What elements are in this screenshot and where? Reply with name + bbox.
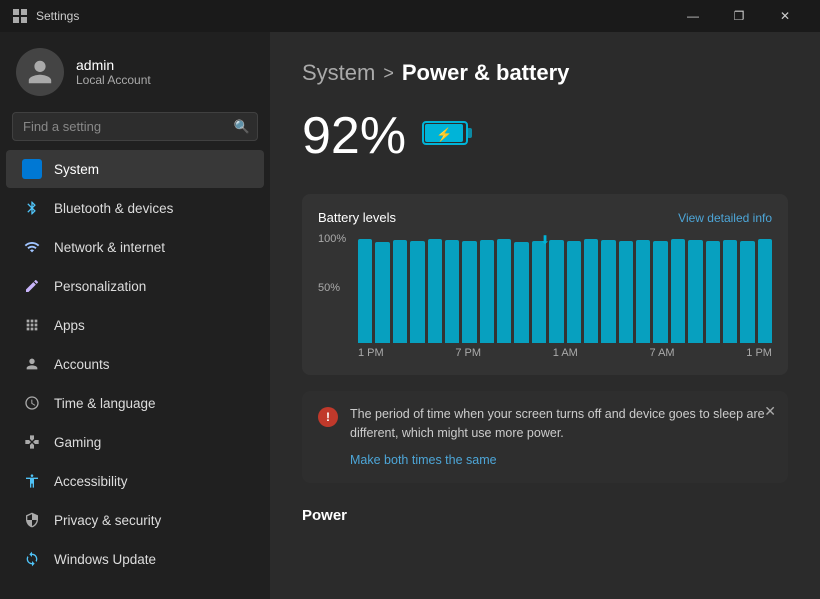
plug-indicator: ⬇ — [540, 233, 550, 247]
chart-title: Battery levels — [318, 210, 396, 225]
bar — [462, 241, 476, 343]
bar — [671, 239, 685, 344]
user-type: Local Account — [76, 73, 151, 87]
sidebar: admin Local Account 🔍 System Bluetooth &… — [0, 32, 270, 599]
accessibility-icon — [22, 471, 42, 491]
bar-chart — [358, 233, 772, 343]
chart-area: ⬇ 100% 50% 0% 1 PM 7 PM 1 AM 7 AM 1 PM — [318, 233, 772, 359]
alert-action-link[interactable]: Make both times the same — [350, 453, 497, 467]
titlebar-title: Settings — [36, 9, 670, 23]
sidebar-item-gaming[interactable]: Gaming — [6, 423, 264, 461]
bar — [375, 242, 389, 343]
bar — [410, 241, 424, 343]
sidebar-item-apps[interactable]: Apps — [6, 306, 264, 344]
titlebar: Settings — ❐ ✕ — [0, 0, 820, 32]
breadcrumb: System > Power & battery — [302, 60, 788, 86]
svg-text:⚡: ⚡ — [436, 127, 452, 143]
x-axis-labels: 1 PM 7 PM 1 AM 7 AM 1 PM — [358, 347, 772, 359]
bar — [584, 239, 598, 344]
sidebar-item-update[interactable]: Windows Update — [6, 540, 264, 578]
battery-percentage: 92% — [302, 106, 406, 166]
sidebar-item-time[interactable]: Time & language — [6, 384, 264, 422]
bar — [393, 240, 407, 343]
bar — [358, 239, 372, 344]
sidebar-item-personalization[interactable]: Personalization — [6, 267, 264, 305]
search-input[interactable] — [12, 112, 258, 141]
bar — [549, 240, 563, 343]
bar — [532, 241, 546, 343]
chart-header: Battery levels View detailed info — [318, 210, 772, 225]
breadcrumb-current: Power & battery — [402, 60, 570, 86]
bar — [619, 241, 633, 343]
avatar — [16, 48, 64, 96]
bar — [445, 240, 459, 343]
minimize-button[interactable]: — — [670, 0, 716, 32]
breadcrumb-parent: System — [302, 60, 375, 86]
alert-text: The period of time when your screen turn… — [350, 405, 772, 443]
update-icon — [22, 549, 42, 569]
privacy-icon — [22, 510, 42, 530]
personalization-icon — [22, 276, 42, 296]
maximize-button[interactable]: ❐ — [716, 0, 762, 32]
content-area: System > Power & battery 92% ⚡ Battery l… — [270, 32, 820, 599]
sidebar-item-network[interactable]: Network & internet — [6, 228, 264, 266]
sidebar-nav: System Bluetooth & devices Network & int… — [0, 149, 270, 579]
bar — [653, 241, 667, 343]
sidebar-item-system[interactable]: System — [6, 150, 264, 188]
chart-detail-link[interactable]: View detailed info — [678, 211, 772, 225]
bar — [428, 239, 442, 344]
bar — [601, 240, 615, 343]
power-section-title: Power — [302, 499, 788, 524]
search-icon: 🔍 — [234, 119, 250, 135]
search-box[interactable]: 🔍 — [12, 112, 258, 141]
bar — [723, 240, 737, 343]
titlebar-icon — [12, 8, 28, 24]
user-info: admin Local Account — [76, 57, 151, 87]
sidebar-item-accounts[interactable]: Accounts — [6, 345, 264, 383]
apps-icon — [22, 315, 42, 335]
alert-close-button[interactable]: ✕ — [764, 403, 776, 420]
app-container: admin Local Account 🔍 System Bluetooth &… — [0, 32, 820, 599]
alert-content: The period of time when your screen turn… — [350, 405, 772, 469]
sidebar-item-privacy[interactable]: Privacy & security — [6, 501, 264, 539]
bar — [758, 239, 772, 344]
bar — [688, 240, 702, 343]
bar — [706, 241, 720, 343]
titlebar-controls: — ❐ ✕ — [670, 0, 808, 32]
user-section: admin Local Account — [0, 32, 270, 108]
bar — [497, 239, 511, 344]
bar — [740, 241, 754, 343]
bar — [636, 240, 650, 343]
bar — [480, 240, 494, 343]
close-button[interactable]: ✕ — [762, 0, 808, 32]
bar — [514, 242, 528, 343]
sidebar-item-accessibility[interactable]: Accessibility — [6, 462, 264, 500]
bar — [567, 241, 581, 343]
user-name: admin — [76, 57, 151, 73]
y-axis: 100% 50% 0% — [318, 233, 346, 343]
system-icon — [22, 159, 42, 179]
bluetooth-icon — [22, 198, 42, 218]
sidebar-item-bluetooth[interactable]: Bluetooth & devices — [6, 189, 264, 227]
alert-icon: ! — [318, 407, 338, 427]
battery-icon: ⚡ — [422, 115, 474, 157]
breadcrumb-sep: > — [383, 63, 394, 84]
battery-status: 92% ⚡ — [302, 106, 788, 166]
alert-box: ! The period of time when your screen tu… — [302, 391, 788, 483]
accounts-icon — [22, 354, 42, 374]
network-icon — [22, 237, 42, 257]
battery-chart-section: Battery levels View detailed info ⬇ 100%… — [302, 194, 788, 375]
time-icon — [22, 393, 42, 413]
gaming-icon — [22, 432, 42, 452]
